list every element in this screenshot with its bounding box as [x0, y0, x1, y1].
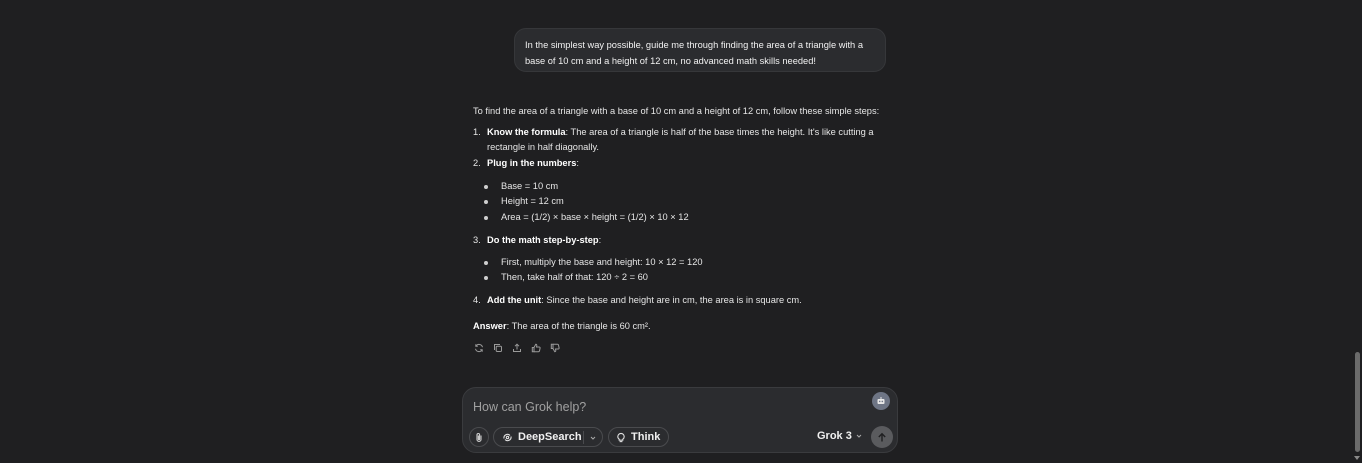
model-label: Grok 3 [817, 430, 852, 442]
thumbs-down-icon[interactable] [549, 342, 561, 354]
bot-avatar-icon [872, 392, 890, 410]
regenerate-icon[interactable] [473, 342, 485, 354]
deepsearch-icon [503, 433, 512, 441]
step-title: Plug in the numbers [487, 158, 577, 168]
step-1-continued: rectangle in half diagonally. [487, 142, 599, 152]
bullet-dot [484, 261, 488, 265]
deepsearch-button[interactable]: DeepSearch [493, 427, 603, 447]
step-text: : [598, 235, 602, 245]
scrollbar[interactable] [1352, 0, 1362, 463]
deepsearch-label: DeepSearch [518, 431, 582, 443]
composer: How can Grok help? DeepSearch Think Grok… [462, 387, 898, 453]
list-item: Height = 12 cm [501, 196, 564, 206]
chevron-down-icon[interactable] [589, 433, 597, 445]
attach-button[interactable] [469, 427, 489, 447]
user-message-line-1: In the simplest way possible, guide me t… [525, 40, 863, 50]
bullet-dot [484, 185, 488, 189]
paperclip-icon [476, 432, 482, 442]
step-title: Know the formula [487, 127, 566, 137]
list-item: Base = 10 cm [501, 181, 559, 191]
user-message-bubble: In the simplest way possible, guide me t… [514, 28, 886, 72]
list-item: Area = (1/2) × base × height = (1/2) × 1… [501, 212, 689, 222]
user-message-line-2: base of 10 cm and a height of 12 cm, no … [525, 56, 816, 66]
divider [583, 431, 584, 444]
step-number: 3. [473, 235, 481, 245]
scroll-down-arrow-icon[interactable] [1353, 455, 1361, 461]
model-selector[interactable]: Grok 3 [817, 430, 863, 442]
step-text: : Since the base and height are in cm, t… [541, 295, 802, 305]
step-number: 4. [473, 295, 481, 305]
final-answer: Answer: The area of the triangle is 60 c… [473, 319, 651, 334]
step-title: Do the math step-by-step [487, 235, 599, 245]
step-text: : [576, 158, 579, 168]
send-button[interactable] [871, 426, 893, 448]
answer-intro: To find the area of a triangle with a ba… [473, 106, 880, 116]
step-number: 1. [473, 127, 481, 137]
bullet-dot [484, 216, 488, 220]
message-input[interactable]: How can Grok help? [473, 400, 586, 414]
bullet-dot [484, 276, 488, 280]
step-text: : The area of a triangle is half of the … [565, 127, 874, 137]
final-answer-text: : The area of the triangle is 60 cm². [506, 321, 651, 331]
copy-icon[interactable] [492, 342, 504, 354]
arrow-up-icon [878, 432, 886, 441]
list-item: Then, take half of that: 120 ÷ 2 = 60 [501, 272, 648, 282]
step-number: 2. [473, 158, 481, 168]
lightbulb-icon [617, 432, 625, 442]
bullet-dot [484, 200, 488, 204]
think-button[interactable]: Think [608, 427, 669, 447]
final-answer-label: Answer [473, 321, 507, 331]
scrollbar-thumb[interactable] [1355, 352, 1360, 452]
thumbs-up-icon[interactable] [530, 342, 542, 354]
share-icon[interactable] [511, 342, 523, 354]
chevron-down-icon [856, 434, 862, 438]
step-title: Add the unit [487, 295, 542, 305]
list-item: First, multiply the base and height: 10 … [501, 257, 703, 267]
think-label: Think [631, 431, 661, 443]
